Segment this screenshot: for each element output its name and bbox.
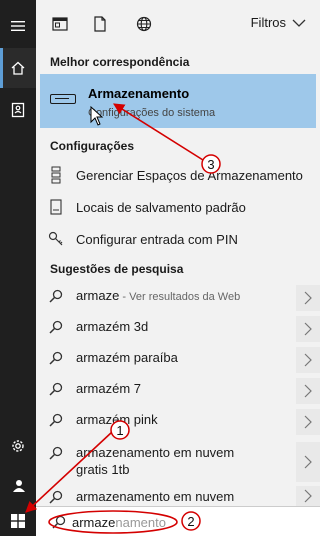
web-filter-icon[interactable] [134, 14, 154, 34]
suggestion-query: armazenamento em nuvem [76, 489, 235, 504]
filters-label: Filtros [250, 15, 286, 30]
settings-gear-icon[interactable] [0, 426, 36, 466]
filters-dropdown[interactable]: Filtros [251, 15, 306, 30]
search-icon [36, 442, 76, 460]
settings-item-storage-spaces[interactable]: Gerenciar Espaços de Armazenamento [36, 162, 320, 188]
left-rail [0, 0, 36, 536]
chevron-right-icon[interactable] [304, 291, 312, 305]
settings-item-label: Configurar entrada com PIN [76, 231, 238, 247]
documents-filter-icon[interactable] [90, 14, 110, 34]
search-icon [36, 409, 76, 427]
search-icon [36, 285, 76, 303]
settings-heading: Configurações [50, 139, 135, 153]
key-icon [36, 231, 76, 247]
suggestion-web-hint: - Ver resultados da Web [119, 291, 241, 303]
home-icon[interactable] [0, 48, 36, 88]
search-autocomplete-text: namento [115, 515, 166, 530]
filter-toolbar: Filtros [36, 0, 320, 48]
suggestion-query: armazém pink [76, 412, 158, 427]
settings-item-default-save-locations[interactable]: Locais de salvamento padrão [36, 194, 320, 220]
menu-icon[interactable] [0, 6, 36, 46]
windows-logo-icon [11, 514, 25, 528]
storage-spaces-icon [36, 166, 76, 184]
search-icon [36, 316, 76, 334]
suggestion-item[interactable]: armazenamento em nuvem [36, 486, 320, 506]
chevron-right-icon[interactable] [304, 384, 312, 398]
chevron-right-icon[interactable] [304, 353, 312, 367]
suggestion-query: armazém 7 [76, 381, 142, 396]
suggestion-query: armazém paraíba [76, 350, 178, 365]
search-input[interactable]: armazenamento [72, 515, 166, 530]
best-match-result[interactable]: Armazenamento Configurações do sistema [40, 74, 316, 128]
best-match-title: Armazenamento [88, 86, 190, 101]
suggestion-item[interactable]: armazém 3d [36, 316, 320, 342]
search-icon [36, 486, 76, 504]
suggestion-item[interactable]: armazenamento em nuvem gratis 1tb [36, 442, 320, 482]
suggestion-item[interactable]: armazém pink [36, 409, 320, 435]
best-match-subtitle: Configurações do sistema [88, 107, 216, 119]
settings-item-pin-signin[interactable]: Configurar entrada com PIN [36, 226, 320, 252]
search-results-panel: Filtros Melhor correspondência Armazenam… [36, 0, 320, 506]
suggestion-item[interactable]: armazém 7 [36, 378, 320, 404]
suggestion-query: armaze [76, 288, 120, 303]
apps-filter-icon[interactable] [50, 14, 70, 34]
user-account-icon[interactable] [0, 466, 36, 506]
chevron-right-icon[interactable] [304, 322, 312, 336]
suggestion-query: armazenamento em nuvem gratis 1tb [76, 445, 235, 477]
search-typed-text: armaze [72, 515, 116, 530]
suggestion-query: armazém 3d [76, 319, 149, 334]
documents-icon[interactable] [0, 90, 36, 130]
storage-drive-icon [50, 94, 76, 104]
chevron-down-icon [292, 19, 306, 27]
chevron-right-icon[interactable] [304, 455, 312, 469]
settings-item-label: Locais de salvamento padrão [76, 199, 246, 215]
chevron-right-icon[interactable] [304, 415, 312, 429]
save-location-icon [36, 199, 76, 215]
search-box[interactable]: armazenamento [36, 506, 320, 536]
chevron-right-icon[interactable] [304, 489, 312, 503]
search-icon [36, 347, 76, 365]
search-icon [52, 515, 66, 529]
search-icon [36, 378, 76, 396]
settings-item-label: Gerenciar Espaços de Armazenamento [76, 167, 303, 183]
windows-start-button[interactable] [0, 506, 36, 536]
suggestions-heading: Sugestões de pesquisa [50, 262, 184, 276]
suggestion-item[interactable]: armaze - Ver resultados da Web [36, 285, 320, 311]
best-match-heading: Melhor correspondência [50, 55, 190, 69]
suggestion-item[interactable]: armazém paraíba [36, 347, 320, 373]
